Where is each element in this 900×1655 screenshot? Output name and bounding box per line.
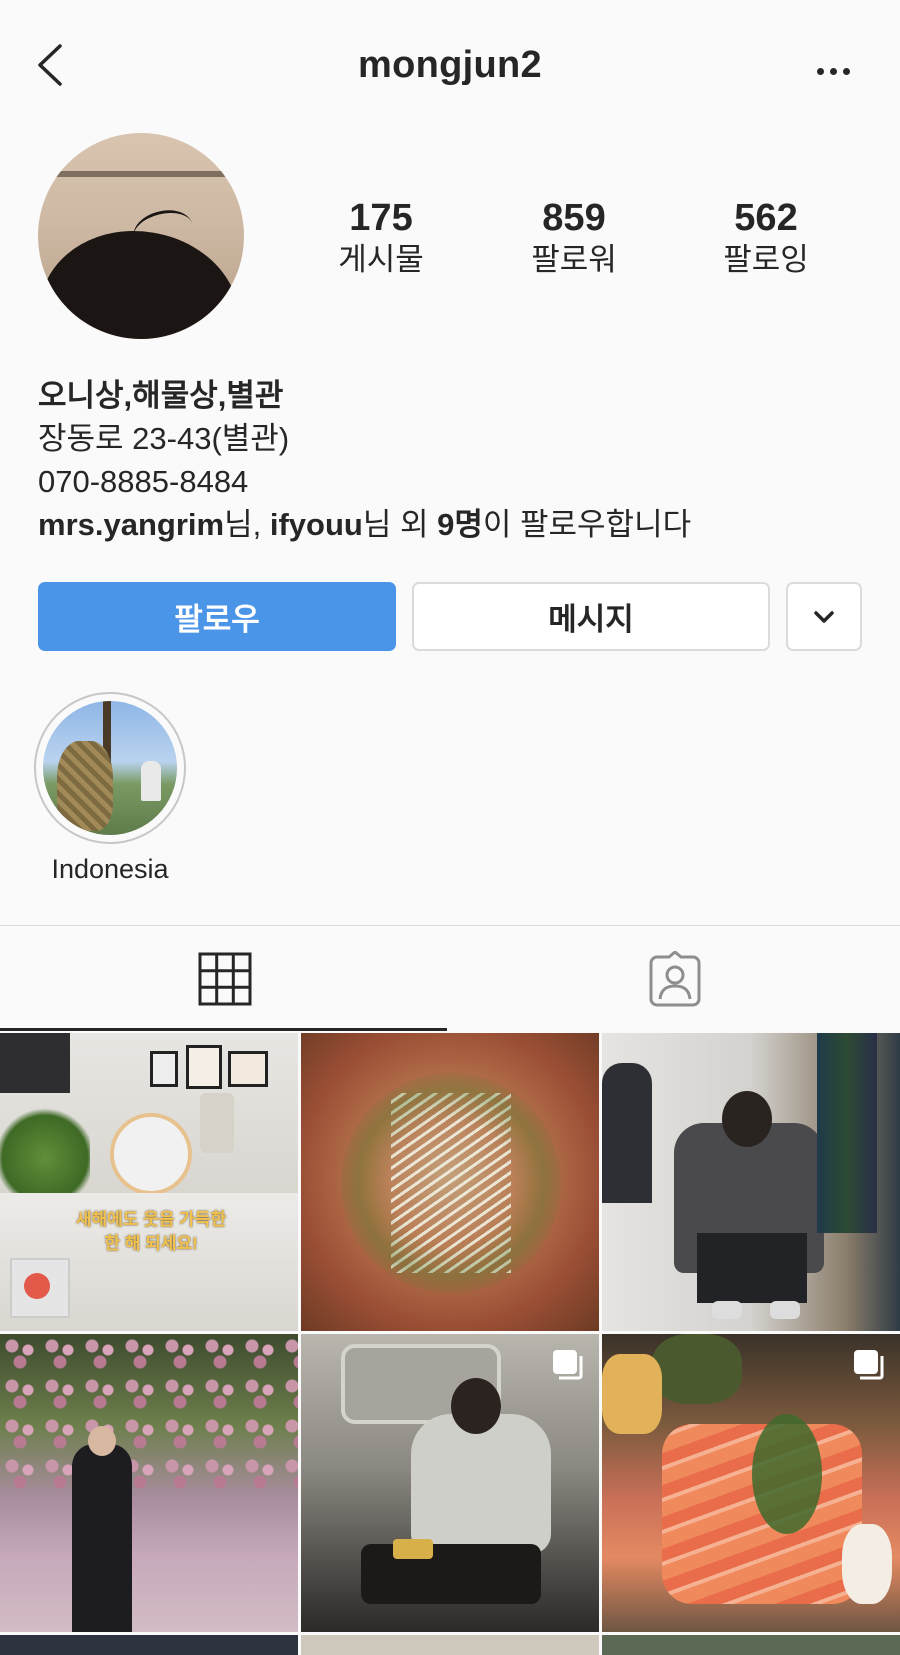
followed-by-count: 9명 <box>437 507 483 542</box>
active-tab-indicator <box>0 1028 447 1031</box>
highlight-ring <box>34 692 186 844</box>
posts-grid: 새해에도 웃음 가득한 한 해 되세요! <box>0 1033 900 1655</box>
post-thumbnail[interactable] <box>301 1635 599 1655</box>
message-button[interactable]: 메시지 <box>412 582 770 651</box>
following-label: 팔로잉 <box>723 242 809 277</box>
story-highlight[interactable]: Indonesia <box>34 692 186 885</box>
posts-count: 175 <box>349 197 413 239</box>
stat-posts[interactable]: 175 게시물 <box>301 195 461 279</box>
profile-bio: 오니상,해물상,별관 장동로 23-43(별관) 070-8885-8484 m… <box>38 374 868 546</box>
followers-count: 859 <box>542 197 606 239</box>
followed-by-text[interactable]: mrs.yangrim님, ifyouu님 외 9명이 팔로우합니다 <box>38 503 868 546</box>
post-thumbnail[interactable] <box>0 1334 298 1632</box>
top-nav-bar: mongjun2 <box>0 0 900 140</box>
post-thumbnail[interactable] <box>301 1033 599 1331</box>
followed-by-user-2[interactable]: ifyouu <box>270 507 363 542</box>
chevron-down-icon <box>814 610 834 623</box>
stat-followers[interactable]: 859 팔로워 <box>494 195 654 279</box>
multiple-photos-icon <box>854 1350 884 1380</box>
followers-label: 팔로워 <box>531 242 617 277</box>
profile-actions: 팔로우 메시지 <box>38 582 862 651</box>
post-thumbnail[interactable]: 새해에도 웃음 가득한 한 해 되세요! <box>0 1033 298 1331</box>
multiple-photos-icon <box>553 1350 583 1380</box>
post-overlay-text: 새해에도 웃음 가득한 한 해 되세요! <box>75 1210 227 1253</box>
highlight-cover-image <box>43 701 177 835</box>
post-thumbnail[interactable] <box>602 1635 900 1655</box>
bio-phone[interactable]: 070-8885-8484 <box>38 460 868 503</box>
grid-icon <box>198 952 252 1006</box>
follow-button[interactable]: 팔로우 <box>38 582 396 651</box>
post-thumbnail[interactable] <box>301 1334 599 1632</box>
post-thumbnail[interactable] <box>602 1334 900 1632</box>
tagged-user-icon <box>649 951 701 1007</box>
stat-following[interactable]: 562 팔로잉 <box>686 195 846 279</box>
followed-by-user-1[interactable]: mrs.yangrim <box>38 507 224 542</box>
profile-avatar[interactable] <box>38 133 244 339</box>
more-options-button[interactable] <box>808 56 858 86</box>
more-icon <box>816 67 824 75</box>
profile-username: mongjun2 <box>358 44 542 86</box>
suggested-accounts-button[interactable] <box>786 582 862 651</box>
following-count: 562 <box>734 197 798 239</box>
profile-tabs <box>0 925 900 1031</box>
post-thumbnail[interactable] <box>0 1635 298 1655</box>
tab-tagged[interactable] <box>450 926 900 1032</box>
post-thumbnail[interactable] <box>602 1033 900 1331</box>
bio-name: 오니상,해물상,별관 <box>38 378 284 413</box>
bio-address: 장동로 23-43(별관) <box>38 421 290 456</box>
tab-posts-grid[interactable] <box>0 926 450 1032</box>
posts-label: 게시물 <box>338 242 424 277</box>
highlight-label: Indonesia <box>51 854 169 884</box>
